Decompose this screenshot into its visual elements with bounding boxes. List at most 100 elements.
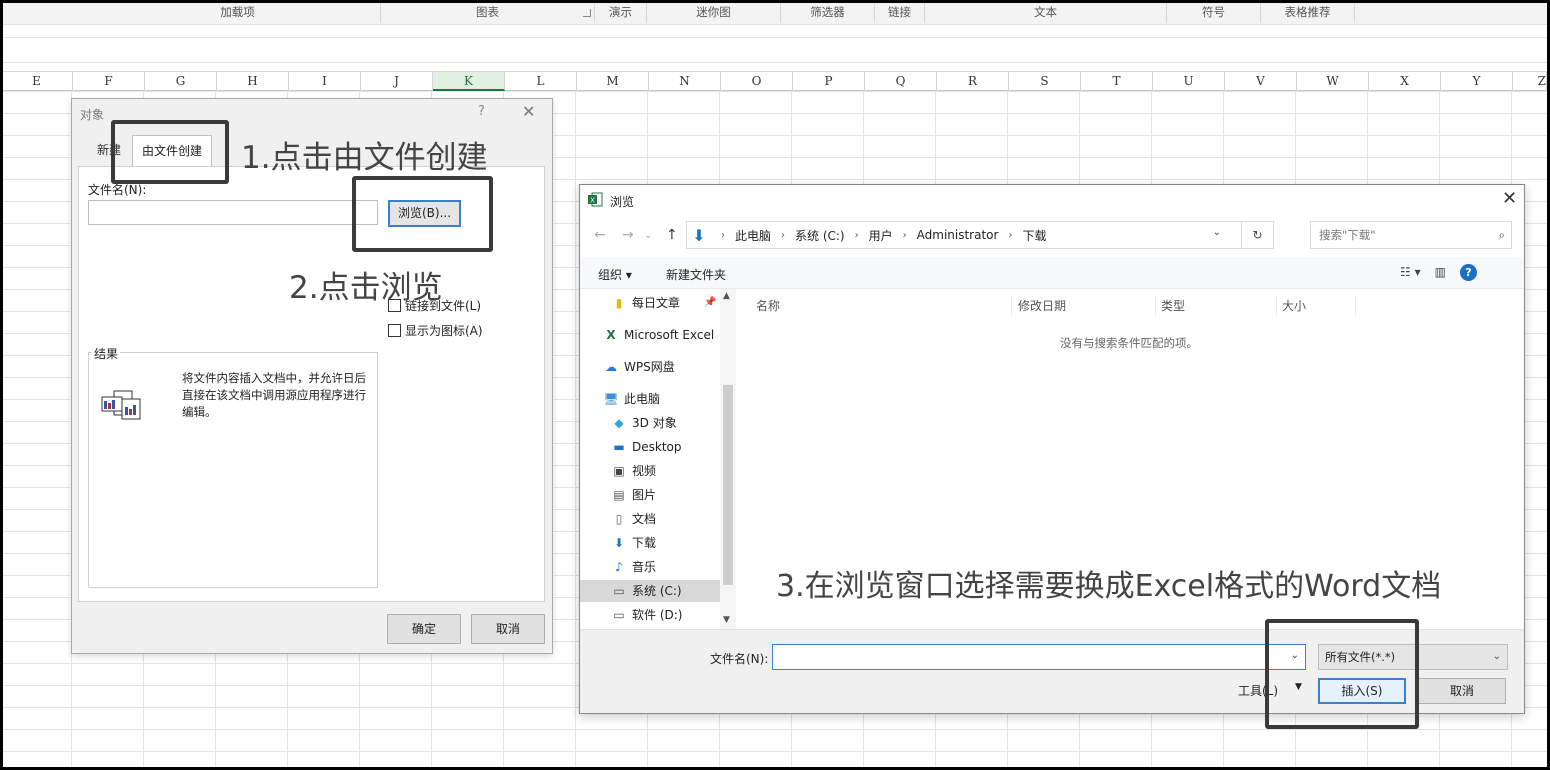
search-input[interactable]: 搜索"下载" ⌕ [1310, 221, 1512, 249]
column-header-z[interactable]: Z [1513, 72, 1547, 91]
column-header-x[interactable]: X [1369, 72, 1441, 91]
nav-item-label: WPS网盘 [624, 360, 675, 374]
ribbon-group-symbols[interactable]: 符号 [1167, 3, 1261, 23]
preview-pane-icon[interactable]: ▥ [1435, 265, 1446, 281]
breadcrumb-this-pc[interactable]: 此电脑 [735, 227, 771, 244]
nav-item-wps-cloud[interactable]: ☁ WPS网盘 [602, 356, 675, 378]
nav-item-downloads[interactable]: ⬇ 下载 [610, 532, 656, 554]
back-arrow-icon[interactable]: ← [594, 227, 606, 243]
cancel-button[interactable]: 取消 [471, 614, 545, 644]
scroll-up-icon[interactable]: ▲ [723, 291, 730, 301]
checkbox-box[interactable] [388, 324, 401, 337]
recent-chevron-icon[interactable]: ⌄ [644, 230, 652, 241]
column-header-t[interactable]: T [1081, 72, 1153, 91]
nav-item-music[interactable]: ♪ 音乐 [610, 556, 656, 578]
column-header-n[interactable]: N [649, 72, 721, 91]
dialog-launcher-icon[interactable] [583, 9, 591, 17]
organize-menu[interactable]: 组织 ▾ [598, 266, 632, 283]
column-header-w[interactable]: W [1297, 72, 1369, 91]
column-header-j[interactable]: J [361, 72, 433, 91]
screenshot-frame: 加载项 图表 演示 迷你图 筛选器 链接 文本 符号 表格推荐 E F G H … [0, 0, 1550, 770]
nav-item-label: 文档 [632, 512, 657, 526]
column-header-y[interactable]: Y [1441, 72, 1513, 91]
empty-list-message: 没有与搜索条件匹配的项。 [1060, 336, 1198, 350]
nav-item-software-d[interactable]: ▭ 软件 (D:) [610, 604, 682, 626]
column-header-i[interactable]: I [289, 72, 361, 91]
nav-item-label: 此电脑 [624, 392, 661, 406]
filename-input[interactable] [88, 200, 378, 225]
scroll-down-icon[interactable]: ▼ [723, 615, 730, 625]
breadcrumb-downloads[interactable]: 下载 [1022, 227, 1046, 244]
breadcrumb-users[interactable]: 用户 [869, 227, 893, 244]
document-icon: ▯ [615, 512, 623, 526]
column-header-s[interactable]: S [1009, 72, 1081, 91]
breadcrumb-separator-icon[interactable]: › [903, 230, 907, 241]
column-type[interactable]: 类型 [1161, 297, 1277, 317]
ribbon-group-text[interactable]: 文本 [925, 3, 1167, 23]
navigation-scrollbar[interactable]: ▲ ▼ [720, 289, 736, 629]
breadcrumb-system-c[interactable]: 系统 (C:) [795, 227, 845, 244]
help-icon[interactable]: ? [478, 104, 485, 119]
chevron-down-icon[interactable]: ⌄ [1213, 227, 1221, 238]
view-mode-icon[interactable]: ☷ ▾ [1400, 265, 1421, 281]
display-as-icon-checkbox[interactable]: 显示为图标(A) [388, 322, 483, 339]
nav-item-3d-objects[interactable]: ◆ 3D 对象 [610, 412, 676, 434]
nav-item-desktop[interactable]: ▬ Desktop [610, 436, 681, 458]
breadcrumb-separator-icon[interactable]: › [855, 230, 859, 241]
column-date-modified[interactable]: 修改日期 [1018, 297, 1156, 317]
breadcrumb-separator-icon[interactable]: › [721, 230, 725, 241]
breadcrumb-administrator[interactable]: Administrator [917, 228, 999, 242]
ribbon-group-addins[interactable]: 加载项 [95, 3, 381, 23]
ribbon-group-links[interactable]: 链接 [875, 3, 925, 23]
up-arrow-icon[interactable]: ↑ [666, 227, 678, 243]
column-header-k[interactable]: K [433, 72, 505, 91]
cube-icon: ◆ [614, 416, 624, 430]
formula-bar[interactable] [3, 25, 1547, 63]
cancel-button[interactable]: 取消 [1418, 678, 1506, 704]
help-icon[interactable]: ? [1459, 264, 1477, 281]
column-header-l[interactable]: L [505, 72, 577, 91]
ribbon-group-filters[interactable]: 筛选器 [781, 3, 875, 23]
column-header-q[interactable]: Q [865, 72, 937, 91]
column-name[interactable]: 名称 [756, 297, 1012, 317]
search-icon[interactable]: ⌕ [1499, 222, 1505, 248]
breadcrumb-separator-icon[interactable]: › [1008, 230, 1012, 241]
close-icon[interactable]: ✕ [522, 102, 535, 121]
nav-item-system-c[interactable]: ▭ 系统 (C:) [580, 580, 720, 602]
address-bar[interactable]: ⬇ › 此电脑 › 系统 (C:) › 用户 › Administrator ›… [686, 221, 1274, 249]
ok-button[interactable]: 确定 [387, 614, 461, 644]
nav-item-microsoft-excel[interactable]: X Microsoft Excel [602, 324, 714, 346]
column-header-h[interactable]: H [217, 72, 289, 91]
nav-item-this-pc[interactable]: 🖥 此电脑 [602, 388, 660, 410]
close-icon[interactable]: ✕ [1502, 188, 1517, 209]
breadcrumb-separator-icon[interactable]: › [781, 230, 785, 241]
column-header-u[interactable]: U [1153, 72, 1225, 91]
column-header-v[interactable]: V [1225, 72, 1297, 91]
pin-icon[interactable]: 📌 [704, 292, 716, 314]
nav-item-videos[interactable]: ▣ 视频 [610, 460, 656, 482]
column-header-p[interactable]: P [793, 72, 865, 91]
nav-item-pictures[interactable]: ▤ 图片 [610, 484, 656, 506]
column-header-g[interactable]: G [145, 72, 217, 91]
refresh-icon[interactable]: ↻ [1241, 222, 1273, 248]
forward-arrow-icon[interactable]: → [622, 227, 634, 243]
filename-input[interactable]: ⌄ [772, 644, 1306, 670]
ribbon-group-table-recommend[interactable]: 表格推荐 [1261, 3, 1355, 23]
ribbon-group-sparklines[interactable]: 迷你图 [647, 3, 781, 23]
column-header-r[interactable]: R [937, 72, 1009, 91]
nav-item-documents[interactable]: ▯ 文档 [610, 508, 656, 530]
ribbon-group-charts[interactable]: 图表 [381, 3, 595, 23]
scrollbar-thumb[interactable] [723, 385, 733, 585]
chevron-down-icon[interactable]: ⌄ [1493, 645, 1501, 669]
column-header-f[interactable]: F [73, 72, 145, 91]
navigation-pane: ▮ 每日文章 📌 X Microsoft Excel ☁ WPS网盘 🖥 此电脑 ◆ 3D … [580, 289, 736, 629]
new-folder-button[interactable]: 新建文件夹 [666, 266, 726, 283]
ribbon-group-tours[interactable]: 演示 [595, 3, 647, 23]
result-description: 将文件内容插入文档中，并允许日后直接在该文档中调用源应用程序进行编辑。 [182, 371, 366, 419]
column-size[interactable]: 大小 [1282, 297, 1356, 317]
column-header-e[interactable]: E [3, 72, 73, 91]
nav-item-daily-articles[interactable]: ▮ 每日文章 📌 [610, 292, 717, 314]
column-header-m[interactable]: M [577, 72, 649, 91]
column-header-o[interactable]: O [721, 72, 793, 91]
annotation-step-3: 3.在浏览窗口选择需要换成Excel格式的Word文档 [776, 569, 1442, 604]
